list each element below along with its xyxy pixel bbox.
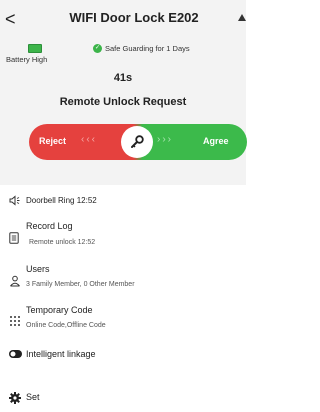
reject-label[interactable]: Reject (39, 136, 66, 146)
safe-guarding-status: Safe Guarding for 1 Days (105, 44, 190, 53)
unlock-slider[interactable]: Reject ‹‹‹ ››› Agree (29, 124, 247, 160)
temporary-code-label: Temporary Code (26, 305, 93, 315)
users-icon (10, 275, 20, 287)
header-panel: < WIFI Door Lock E202 Battery High ✓ Saf… (0, 0, 247, 185)
countdown-timer: 41s (113, 72, 133, 84)
record-log-label: Record Log (26, 221, 73, 231)
intelligent-linkage-label: Intelligent linkage (26, 349, 96, 359)
agree-label[interactable]: Agree (203, 136, 229, 146)
temporary-code-sub: Online Code,Offline Code (26, 322, 106, 329)
shield-check-icon: ✓ (93, 44, 102, 53)
battery-icon (28, 44, 42, 53)
page-title: WIFI Door Lock E202 (0, 10, 246, 25)
request-title: Remote Unlock Request (59, 96, 187, 108)
doorbell-row[interactable]: Doorbell Ring 12:52 (0, 190, 246, 212)
top-bar: < WIFI Door Lock E202 (0, 8, 246, 30)
speaker-icon (9, 195, 20, 206)
intelligent-linkage-row[interactable]: Intelligent linkage (0, 345, 246, 365)
users-label: Users (26, 264, 50, 274)
left-chevrons: ‹‹‹ (81, 134, 97, 145)
gear-icon (9, 392, 21, 404)
settings-label: Set (26, 392, 40, 402)
users-sub: 3 Family Member, 0 Other Member (26, 281, 135, 288)
right-chevrons: ››› (157, 134, 173, 145)
temporary-code-row[interactable]: Temporary Code Online Code,Offline Code (0, 305, 246, 337)
record-log-sub: Remote unlock 12:52 (29, 239, 96, 246)
document-icon (9, 232, 19, 244)
slider-knob[interactable] (121, 126, 153, 158)
users-row[interactable]: Users 3 Family Member, 0 Other Member (0, 264, 246, 296)
page-title-text: WIFI Door Lock E202 (69, 10, 199, 25)
keypad-icon (10, 316, 20, 326)
battery-status: Battery High (6, 55, 48, 64)
record-log-row[interactable]: Record Log Remote unlock 12:52 (0, 221, 246, 253)
doorbell-label: Doorbell Ring 12:52 (26, 196, 97, 205)
settings-row[interactable]: Set (0, 388, 246, 408)
toggle-icon (9, 350, 22, 358)
more-icon[interactable] (238, 14, 246, 21)
key-icon (131, 135, 144, 148)
